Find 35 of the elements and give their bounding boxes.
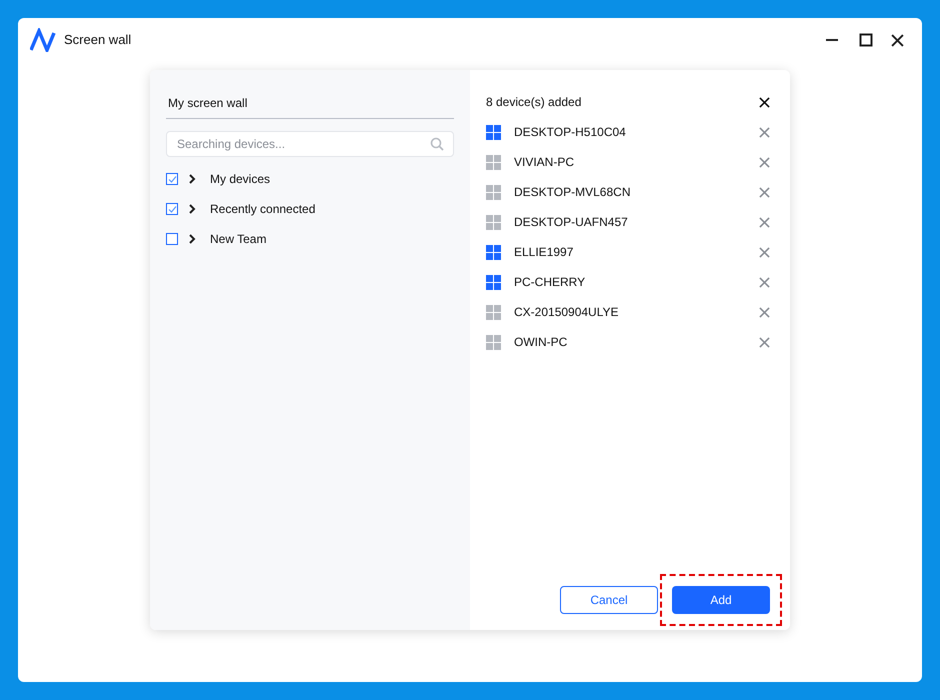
device-name: PC-CHERRY	[514, 274, 586, 291]
search-field[interactable]: Searching devices...	[166, 131, 454, 157]
cancel-button[interactable]: Cancel	[560, 586, 658, 614]
remove-icon[interactable]	[759, 306, 770, 318]
window-title: Screen wall	[64, 31, 132, 50]
chevron-right-icon[interactable]	[188, 174, 196, 184]
group-label[interactable]: Recently connected	[210, 200, 316, 218]
device-name: VIVIAN-PC	[514, 154, 576, 171]
checkbox[interactable]	[166, 203, 178, 215]
device-name: DESKTOP-UAFN457	[514, 214, 629, 231]
device-name: CX-20150904ULYE	[514, 304, 620, 321]
close-icon[interactable]	[891, 34, 904, 46]
close-icon[interactable]	[759, 96, 770, 108]
chevron-right-icon[interactable]	[188, 234, 196, 244]
chevron-right-icon[interactable]	[188, 204, 196, 214]
remove-icon[interactable]	[759, 156, 770, 168]
device-name: DESKTOP-MVL68CN	[514, 184, 632, 201]
group-label[interactable]: My devices	[210, 170, 270, 188]
device-name: DESKTOP-H510C04	[514, 124, 627, 141]
add-button[interactable]: Add	[672, 586, 770, 614]
remove-icon[interactable]	[759, 216, 770, 228]
checkbox[interactable]	[166, 233, 178, 245]
remove-icon[interactable]	[759, 276, 770, 288]
remove-icon[interactable]	[759, 186, 770, 198]
maximize-icon[interactable]	[859, 33, 873, 47]
group-label[interactable]: New Team	[210, 230, 266, 248]
logo-icon	[30, 28, 56, 52]
panel-title: My screen wall	[166, 94, 454, 119]
remove-icon[interactable]	[759, 246, 770, 258]
device-count: 8 device(s) added	[486, 94, 582, 111]
device-name: ELLIE1997	[514, 244, 574, 261]
remove-icon[interactable]	[759, 336, 770, 348]
checkbox[interactable]	[166, 173, 178, 185]
device-name: OWIN-PC	[514, 334, 568, 351]
remove-icon[interactable]	[759, 126, 770, 138]
